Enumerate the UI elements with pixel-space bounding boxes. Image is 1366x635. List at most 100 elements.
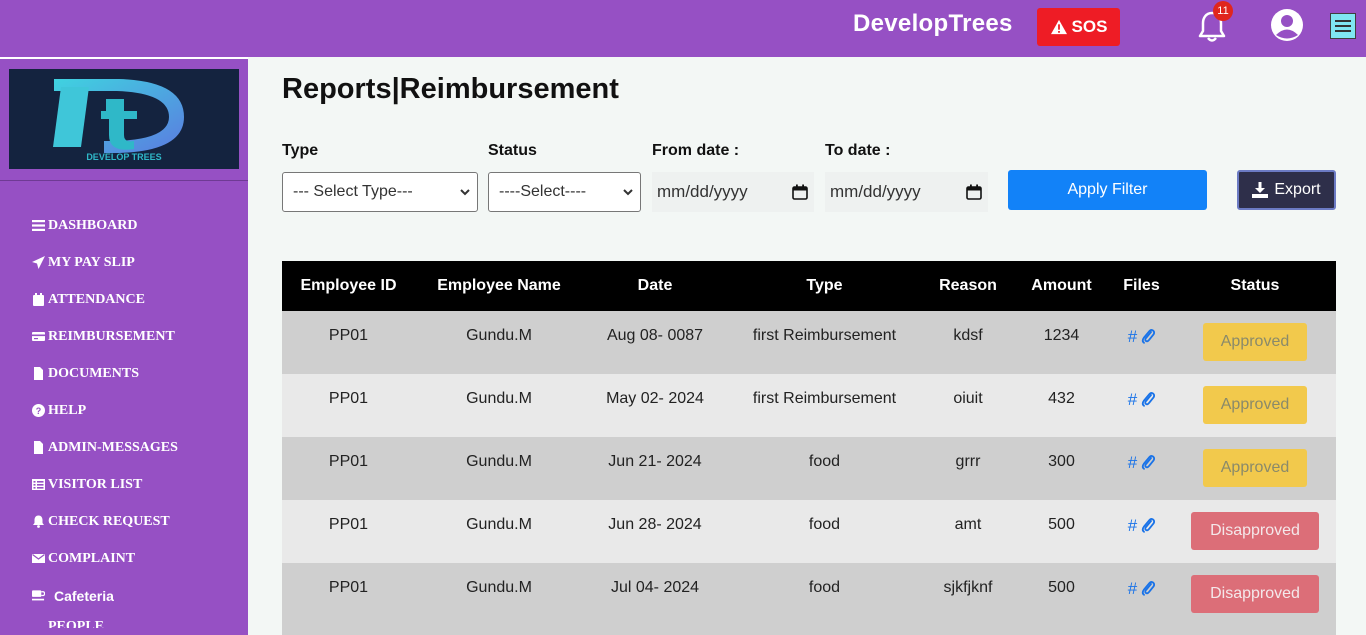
reason-cell: kdsf — [953, 327, 983, 344]
reason-cell: grrr — [955, 453, 981, 470]
company-logo[interactable]: DEVELOP TREES — [9, 69, 239, 169]
sidebar-item-help[interactable]: ? HELP — [30, 392, 178, 429]
date-cell: Jun 28- 2024 — [608, 516, 702, 533]
status-badge[interactable]: Approved — [1203, 449, 1307, 487]
sidebar-item-label: DASHBOARD — [48, 217, 138, 233]
paperclip-icon[interactable] — [1141, 454, 1156, 470]
sidebar-item-label: DOCUMENTS — [48, 365, 140, 381]
question-circle-icon: ? — [30, 404, 46, 418]
status-badge[interactable]: Approved — [1203, 323, 1307, 361]
warning-icon — [1050, 19, 1067, 35]
status-badge[interactable]: Disapproved — [1191, 512, 1319, 550]
hamburger-menu-button[interactable] — [1330, 13, 1356, 39]
sidebar-item-label: CHECK REQUEST — [48, 513, 170, 529]
table-row: PP01 Gundu.M Jun 21- 2024 food grrr 300 … — [282, 437, 1336, 500]
sidebar-item-dashboard[interactable]: DASHBOARD — [30, 207, 178, 244]
calendar-icon[interactable] — [966, 184, 982, 200]
header-employee-name[interactable]: Employee Name — [415, 261, 583, 311]
reason-cell: sjkfjknf — [943, 579, 993, 596]
employee-id-cell: PP01 — [328, 327, 369, 344]
sidebar-item-check-request[interactable]: CHECK REQUEST — [30, 503, 178, 540]
employee-name-cell: Gundu.M — [466, 579, 532, 596]
sidebar-item-documents[interactable]: DOCUMENTS — [30, 355, 178, 392]
export-label: Export — [1274, 181, 1321, 198]
sidebar-item-my-pay-slip[interactable]: MY PAY SLIP — [30, 244, 178, 281]
employee-id-cell: PP01 — [328, 579, 369, 596]
files-cell: # — [1109, 437, 1174, 500]
header-date[interactable]: Date — [583, 261, 727, 311]
sidebar-item-reimbursement[interactable]: REIMBURSEMENT — [30, 318, 178, 355]
employee-id-cell: PP01 — [328, 516, 369, 533]
sidebar-item-label: PEOPLE — [48, 619, 105, 628]
to-date-input[interactable]: mm/dd/yyyy — [825, 172, 988, 212]
files-cell: # — [1109, 374, 1174, 437]
employee-name-cell: Gundu.M — [466, 516, 532, 533]
file-icon — [30, 441, 46, 455]
files-cell: # — [1109, 563, 1174, 626]
status-cell: Disapproved — [1174, 500, 1336, 563]
hash-link[interactable]: # — [1128, 453, 1137, 473]
hash-link[interactable]: # — [1128, 579, 1137, 599]
date-cell: Jun 21- 2024 — [608, 453, 702, 470]
table-row: PP01 Gundu.M Jul 04- 2024 food sjkfjknf … — [282, 563, 1336, 626]
status-cell: Approved — [1174, 374, 1336, 437]
reimbursement-table: Employee ID Employee Name Date Type Reas… — [282, 261, 1336, 635]
user-avatar-icon[interactable] — [1270, 8, 1304, 42]
type-select[interactable]: --- Select Type--- — [282, 172, 478, 212]
from-date-input[interactable]: mm/dd/yyyy — [652, 172, 814, 212]
paperclip-icon[interactable] — [1141, 328, 1156, 344]
hash-link[interactable]: # — [1128, 327, 1137, 347]
sidebar-item-people[interactable]: PEOPLE — [30, 614, 178, 628]
status-badge[interactable]: Disapproved — [1191, 575, 1319, 613]
file-icon — [30, 367, 46, 381]
sidebar-item-admin-messages[interactable]: ADMIN-MESSAGES — [30, 429, 178, 466]
apply-filter-button[interactable]: Apply Filter — [1008, 170, 1207, 210]
people-icon — [30, 614, 46, 628]
reason-cell: oiuit — [953, 390, 983, 407]
sidebar-item-label: ATTENDANCE — [48, 291, 145, 307]
chevron-down-icon — [623, 189, 633, 196]
status-badge[interactable]: Approved — [1203, 386, 1307, 424]
hash-link[interactable]: # — [1128, 390, 1137, 410]
list-icon — [30, 219, 46, 233]
files-cell: # — [1109, 500, 1174, 563]
employee-id-cell: PP01 — [328, 390, 369, 407]
table-row — [282, 626, 1336, 635]
sidebar-item-complaint[interactable]: COMPLAINT — [30, 540, 178, 577]
chevron-down-icon — [460, 189, 470, 196]
paper-plane-icon — [30, 256, 46, 270]
sidebar-item-label: Cafeteria — [54, 587, 114, 604]
sos-label: SOS — [1071, 17, 1108, 36]
sidebar-item-visitor-list[interactable]: VISITOR LIST — [30, 466, 178, 503]
paperclip-icon[interactable] — [1141, 391, 1156, 407]
sidebar-divider — [0, 180, 248, 181]
header-reason[interactable]: Reason — [922, 261, 1014, 311]
header-type[interactable]: Type — [727, 261, 922, 311]
type-cell: first Reimbursement — [752, 327, 897, 344]
date-cell: Aug 08- 0087 — [606, 327, 704, 344]
brand-title: DevelopTrees — [853, 10, 1013, 37]
hash-link[interactable]: # — [1128, 516, 1137, 536]
paperclip-icon[interactable] — [1141, 580, 1156, 596]
type-cell: food — [808, 516, 841, 533]
amount-cell: 300 — [1048, 453, 1075, 470]
export-button[interactable]: Export — [1237, 170, 1336, 210]
amount-cell: 1234 — [1043, 327, 1080, 344]
date-cell: Jul 04- 2024 — [610, 579, 700, 596]
sos-button[interactable]: SOS — [1037, 8, 1120, 46]
header-files[interactable]: Files — [1109, 261, 1174, 311]
header-status[interactable]: Status — [1174, 261, 1336, 311]
sidebar-item-label: REIMBURSEMENT — [48, 328, 175, 344]
paperclip-icon[interactable] — [1141, 517, 1156, 533]
employee-name-cell: Gundu.M — [466, 327, 532, 344]
header-employee-id[interactable]: Employee ID — [282, 261, 415, 311]
sidebar-item-cafeteria[interactable]: Cafeteria — [30, 577, 178, 614]
from-date-label: From date : — [652, 142, 740, 159]
logo-graphic: DEVELOP TREES — [53, 79, 184, 162]
calendar-icon[interactable] — [792, 184, 808, 200]
status-select[interactable]: ----Select---- — [488, 172, 641, 212]
header-amount[interactable]: Amount — [1014, 261, 1109, 311]
sidebar-item-attendance[interactable]: ATTENDANCE — [30, 281, 178, 318]
to-date-label: To date : — [825, 142, 891, 159]
status-cell: Approved — [1174, 437, 1336, 500]
